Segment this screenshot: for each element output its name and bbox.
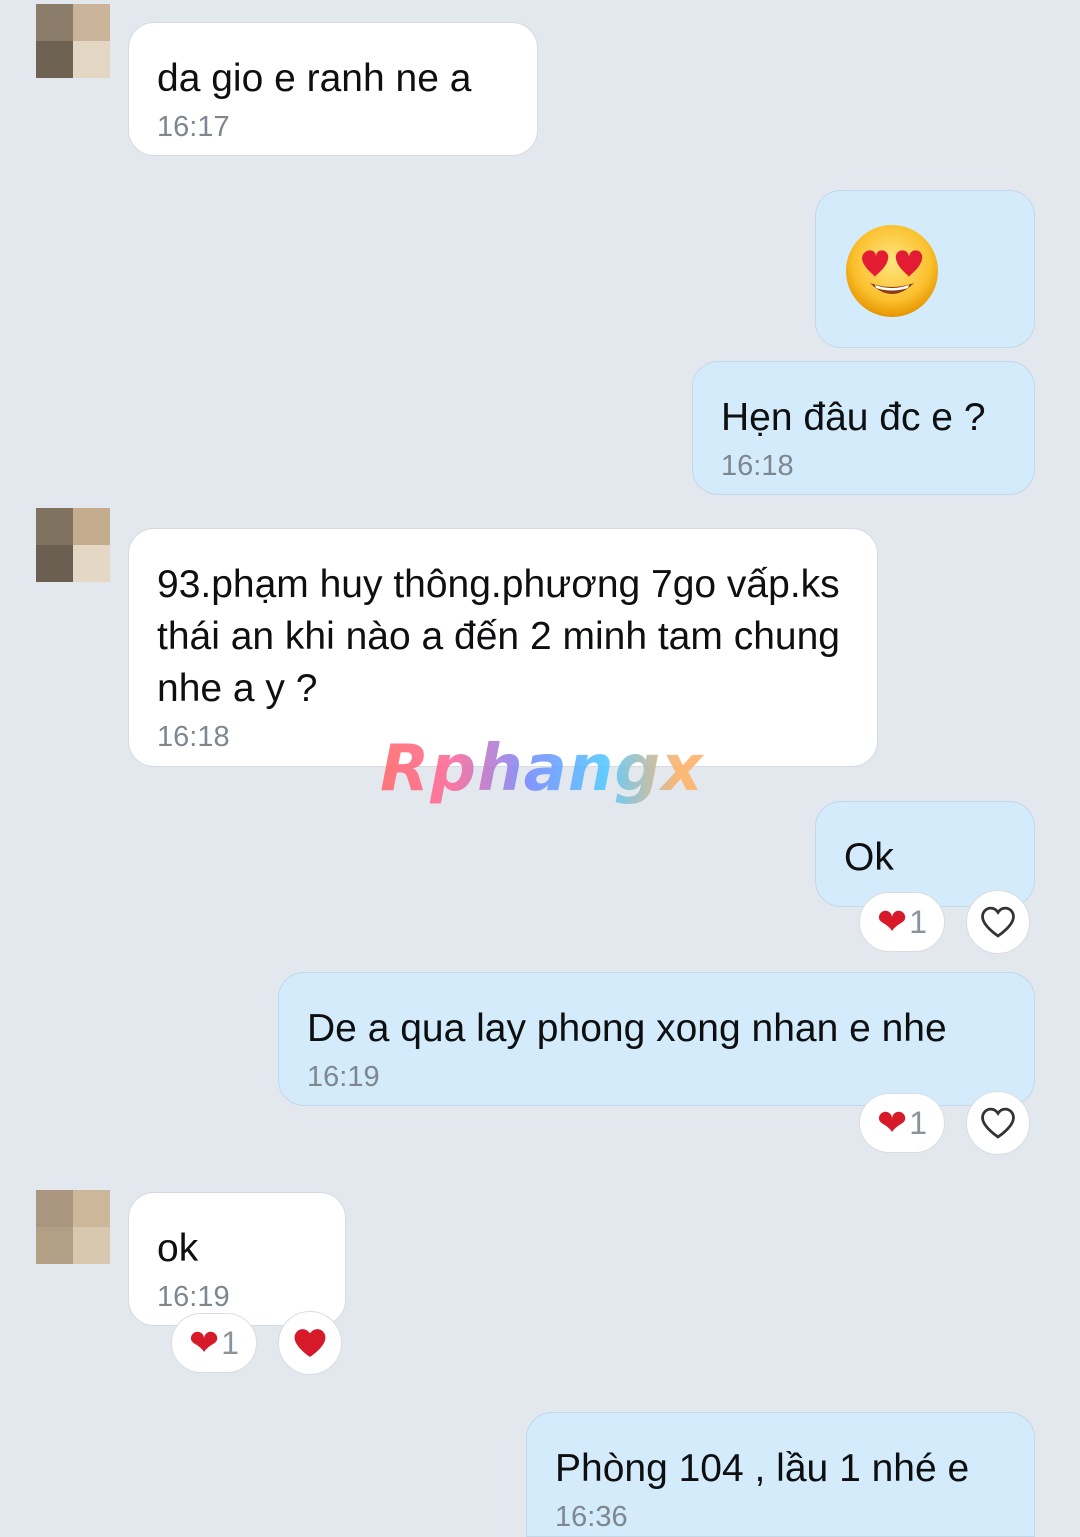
message-bubble-outgoing[interactable]: De a qua lay phong xong nhan e nhe 16:19 xyxy=(278,972,1035,1106)
reaction-heart-count[interactable]: ❤ 1 xyxy=(859,1093,945,1153)
message-bubble-outgoing[interactable]: Phòng 104 , lầu 1 nhé e 16:36 xyxy=(526,1412,1035,1537)
message-bubble-incoming[interactable]: ok 16:19 xyxy=(128,1192,346,1326)
reaction-heart-count[interactable]: ❤ 1 xyxy=(171,1313,257,1373)
like-button[interactable] xyxy=(966,1091,1030,1155)
like-button[interactable] xyxy=(966,890,1030,954)
message-bubble-outgoing[interactable]: Hẹn đâu đc e ? 16:18 xyxy=(692,361,1035,495)
heart-eyes-emoji xyxy=(846,225,938,317)
red-heart-icon xyxy=(294,1329,326,1357)
watermark-logo: Rphangx xyxy=(380,732,704,806)
red-heart-icon: ❤ xyxy=(189,1322,220,1363)
heart-outline-icon xyxy=(981,1107,1015,1139)
message-text: Phòng 104 , lầu 1 nhé e xyxy=(555,1447,970,1490)
message-text: da gio e ranh ne a xyxy=(157,57,472,100)
message-text: Ok xyxy=(844,836,894,879)
message-text: ok xyxy=(157,1227,199,1270)
message-bubble-incoming[interactable]: da gio e ranh ne a 16:17 xyxy=(128,22,538,156)
contact-avatar[interactable] xyxy=(36,4,110,78)
message-time: 16:19 xyxy=(307,1061,380,1093)
red-heart-icon: ❤ xyxy=(877,901,908,942)
message-bubble-outgoing[interactable] xyxy=(815,190,1035,348)
message-time: 16:19 xyxy=(157,1281,230,1313)
like-button-active[interactable] xyxy=(278,1311,342,1375)
message-text: De a qua lay phong xong nhan e nhe xyxy=(307,1007,947,1050)
contact-avatar[interactable] xyxy=(36,508,110,582)
message-text: Hẹn đâu đc e ? xyxy=(721,396,986,439)
message-time: 16:18 xyxy=(721,450,794,482)
message-time: 16:36 xyxy=(555,1501,628,1533)
message-text: 93.phạm huy thông.phương 7go vấp.ks thái… xyxy=(157,563,840,710)
red-heart-icon: ❤ xyxy=(877,1102,908,1143)
message-time: 16:17 xyxy=(157,111,230,143)
contact-avatar[interactable] xyxy=(36,1190,110,1264)
heart-outline-icon xyxy=(981,906,1015,938)
reaction-heart-count[interactable]: ❤ 1 xyxy=(859,892,945,952)
